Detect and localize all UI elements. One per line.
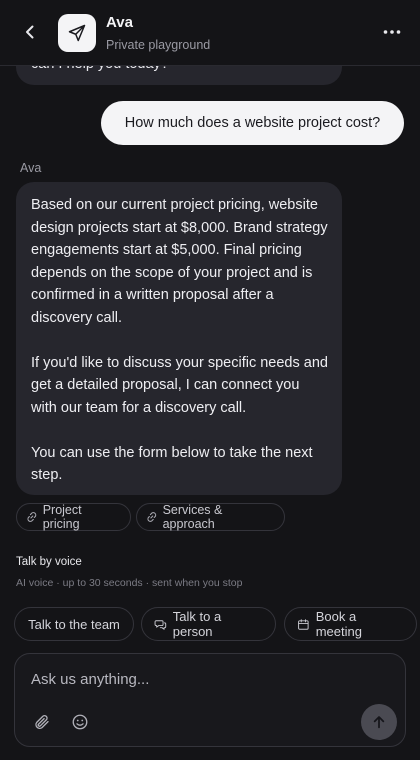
book-meeting-button[interactable]: Book a meeting <box>284 607 417 641</box>
user-message: How much does a website project cost? <box>101 101 404 145</box>
arrow-up-icon <box>373 716 385 729</box>
message-input[interactable] <box>31 666 371 692</box>
message-sender: Ava <box>20 161 42 175</box>
paper-plane-icon <box>68 24 86 42</box>
bot-message-paragraph: If you'd like to discuss your specific n… <box>31 354 328 416</box>
emoji-button[interactable] <box>69 711 91 733</box>
paperclip-icon <box>35 715 49 729</box>
source-chip-project-pricing[interactable]: Project pricing <box>16 503 131 531</box>
back-button[interactable] <box>18 20 42 44</box>
voice-subtitle: AI voice · up to 30 seconds · sent when … <box>16 577 243 589</box>
message-composer <box>14 653 406 747</box>
chip-label: Services & approach <box>162 503 223 531</box>
bot-message-paragraph: Based on our current project pricing, we… <box>31 197 328 326</box>
action-label: Book a meeting <box>315 609 362 639</box>
chat-bubbles-icon <box>154 619 167 630</box>
action-label: Talk to a person <box>172 609 222 639</box>
link-icon <box>27 512 37 522</box>
chat-header: Ava Private playground <box>0 0 420 66</box>
agent-subtitle: Private playground <box>106 38 211 52</box>
chevron-left-icon <box>26 25 34 39</box>
agent-name: Ava <box>106 14 133 31</box>
action-label: Talk to the team <box>28 616 120 632</box>
chip-label: Project pricing <box>42 503 82 531</box>
avatar <box>58 14 96 52</box>
more-options-button[interactable] <box>380 20 404 44</box>
bot-message-paragraph: You can use the form below to take the n… <box>31 444 313 484</box>
source-chip-services-approach[interactable]: Services & approach <box>136 503 285 531</box>
more-horizontal-icon <box>383 30 401 34</box>
talk-to-team-button[interactable]: Talk to the team <box>14 607 134 641</box>
calendar-icon <box>298 618 309 630</box>
send-button[interactable] <box>361 704 397 740</box>
talk-to-person-button[interactable]: Talk to a person <box>141 607 276 641</box>
smiley-icon <box>72 714 88 730</box>
bot-message: Based on our current project pricing, we… <box>16 182 342 495</box>
attach-button[interactable] <box>31 711 53 733</box>
voice-title[interactable]: Talk by voice <box>16 556 82 568</box>
link-icon <box>147 512 157 522</box>
